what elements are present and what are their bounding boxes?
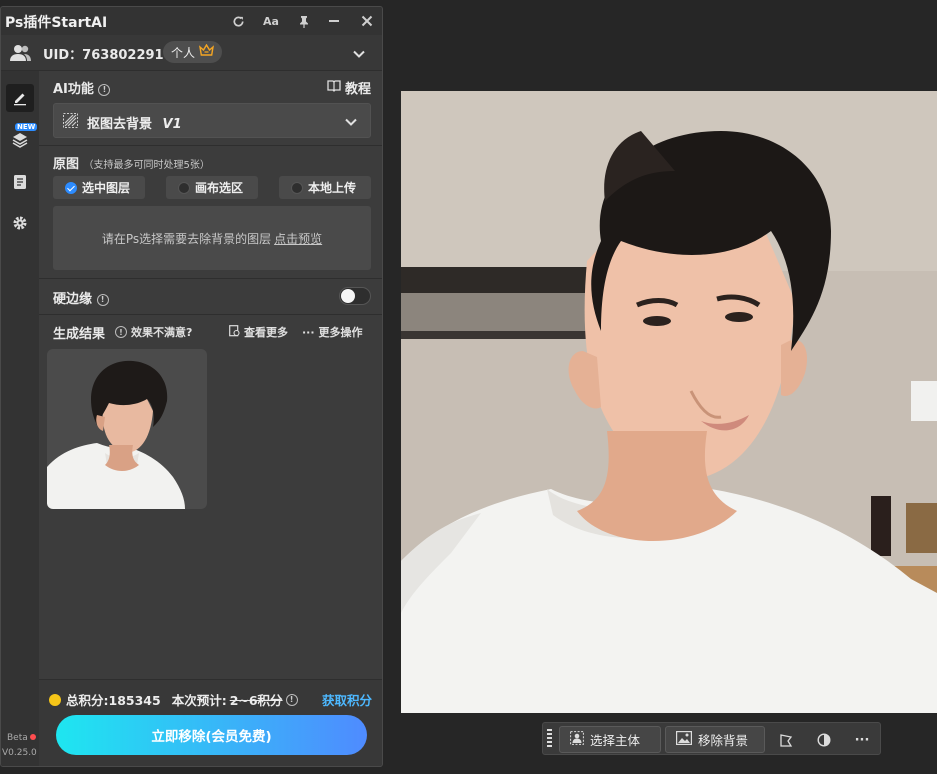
refresh-icon[interactable] [228,11,248,31]
credits-info: 总积分:185345 本次预计: 2~6积分 ! [49,690,298,709]
dropzone-text: 请在Ps选择需要去除背景的图层 [101,231,272,246]
view-more-label: 查看更多 [244,326,288,339]
contrast-icon[interactable] [814,730,834,750]
plugin-panel: Ps插件StartAI Aa UID：763802291 个人 NEW Beta… [0,6,383,767]
option-label: 画布选区 [195,181,244,195]
feedback-label: 效果不满意? [131,326,193,339]
edit-icon[interactable] [6,84,34,112]
beta-label: Beta [7,733,28,743]
lasso-icon[interactable] [776,730,796,750]
layer-dropzone: 请在Ps选择需要去除背景的图层 点击预览 [53,206,371,270]
title-bar[interactable]: Ps插件StartAI Aa [1,7,382,35]
coin-icon [49,693,61,706]
context-toolbar: 选择主体 移除背景 ··· [542,722,881,755]
font-size-icon[interactable]: Aa [261,11,281,31]
remove-bg-icon [676,731,693,748]
feedback-link[interactable]: ! 效果不满意? [115,324,192,340]
info-icon[interactable]: ! [96,293,109,306]
hard-edge-heading: 硬边缘 ! [53,288,109,307]
results-label: 生成结果 [53,327,106,342]
estimate-value: 2~6积分 [229,693,283,708]
results-heading: 生成结果 [53,323,105,342]
preview-link[interactable]: 点击预览 [274,230,322,247]
hard-edge-toggle[interactable] [339,287,371,305]
chevron-down-icon [344,114,358,133]
remove-background-button[interactable]: 移除背景 [665,726,765,753]
cutout-icon [63,113,78,132]
drag-handle-icon[interactable] [547,728,553,754]
left-nav: NEW Beta V0.25.0 [1,71,39,766]
remove-background-label: 移除背景 [698,733,749,748]
more-actions-button[interactable]: ··· 更多操作 [302,324,363,340]
close-icon[interactable] [357,11,377,31]
update-dot [30,734,36,740]
pin-icon[interactable] [294,11,314,31]
estimate-prefix: 本次预计: [171,693,227,708]
result-thumbnail[interactable] [47,349,207,509]
option-label: 本地上传 [308,181,357,195]
view-more-button[interactable]: 查看更多 [229,324,288,340]
option-canvas-selection[interactable]: 画布选区 [166,176,258,199]
source-heading: 原图 （支持最多可同时处理5张） [53,153,210,172]
option-label: 选中图层 [82,181,131,195]
canvas-photo[interactable] [401,91,937,713]
ai-function-heading: AI功能 ! [53,78,111,97]
select-subject-button[interactable]: 选择主体 [559,726,661,753]
plan-label: 个人 [171,45,196,60]
radio-icon [291,181,303,194]
app-title: Ps插件StartAI [5,15,108,31]
tutorial-label: 教程 [345,82,372,97]
uid-label: UID：763802291 [43,48,164,63]
minimize-icon[interactable] [324,11,344,31]
option-selected-layer[interactable]: 选中图层 [53,176,145,199]
remove-now-button[interactable]: 立即移除(会员免费) [56,715,367,755]
option-local-upload[interactable]: 本地上传 [279,176,371,199]
version-label: V0.25.0 [2,748,37,758]
function-name-text: 抠图去背景 [87,117,153,132]
source-hint: （支持最多可同时处理5张） [83,160,210,171]
divider [39,314,382,315]
person-select-icon [570,731,584,748]
radio-icon [178,181,190,194]
toggle-knob [341,289,355,303]
source-label: 原图 [53,157,80,172]
info-icon[interactable]: ! [285,693,298,706]
new-badge: NEW [15,123,38,131]
hard-edge-label: 硬边缘 [53,292,93,307]
tutorial-link[interactable]: 教程 [327,78,371,97]
book-icon [327,79,341,96]
chevron-down-icon[interactable] [352,46,366,65]
document-icon[interactable] [6,168,34,196]
users-icon [10,44,32,66]
info-icon: ! [115,326,127,338]
settings-gear-icon[interactable] [6,209,34,237]
more-actions-label: 更多操作 [318,326,363,339]
get-credits-link[interactable]: 获取积分 [322,690,372,709]
divider [39,145,382,146]
footer-bar: 总积分:185345 本次预计: 2~6积分 ! 获取积分 立即移除(会员免费) [39,679,382,766]
ai-function-label: AI功能 [53,82,94,97]
radio-checked-icon [65,181,77,194]
more-dots-icon: ··· [302,325,315,339]
history-icon [229,324,240,340]
divider [39,278,382,279]
select-subject-label: 选择主体 [590,733,641,748]
function-name: 抠图去背景 V1 [87,113,182,132]
version-tag: V1 [162,117,182,132]
crown-icon [199,43,215,60]
more-options-icon[interactable]: ··· [852,730,872,750]
plan-badge: 个人 [163,41,223,63]
account-row[interactable]: UID：763802291 个人 [1,35,382,71]
info-icon[interactable]: ! [98,83,111,96]
total-credits: 总积分:185345 [66,693,161,708]
function-select[interactable]: 抠图去背景 V1 [53,103,371,138]
